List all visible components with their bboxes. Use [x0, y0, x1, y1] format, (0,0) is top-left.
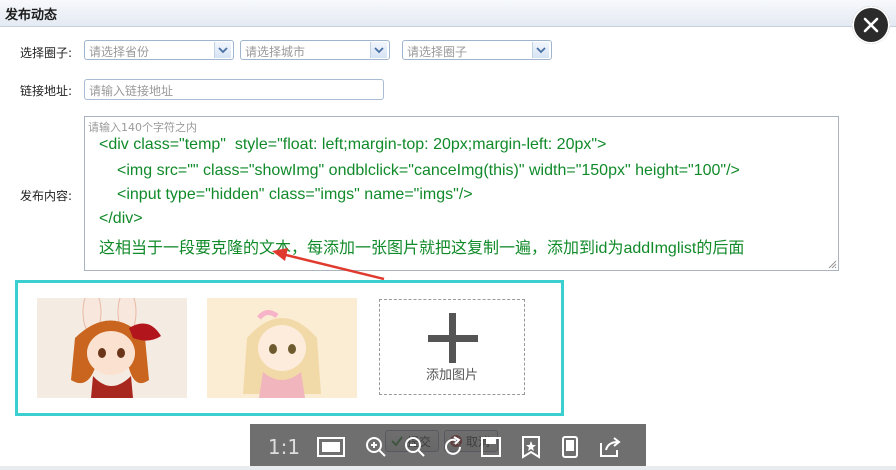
dialog-title: 发布动态 [5, 8, 58, 23]
content-line: <input type="hidden" class="imgs" name="… [117, 186, 473, 203]
circle-placeholder: 请选择圈子 [407, 45, 468, 59]
zoom-in-button[interactable] [361, 432, 391, 462]
zoom-in-icon [366, 437, 386, 457]
dialog-bottom-edge [0, 466, 896, 470]
chevron-down-icon [214, 42, 231, 58]
province-select[interactable]: 请选择省份 [84, 40, 234, 60]
content-line: </div> [99, 210, 143, 227]
uploaded-image[interactable] [37, 298, 187, 398]
share-button[interactable] [595, 432, 625, 462]
uploaded-image[interactable] [207, 298, 357, 398]
content-placeholder: 请输入140个字符之内 [88, 121, 197, 134]
circle-select[interactable]: 请选择圈子 [402, 40, 552, 60]
save-image-button[interactable] [476, 432, 506, 462]
rotate-button[interactable] [438, 432, 468, 462]
plus-icon [449, 313, 456, 363]
content-line: 这相当于一段要克隆的文本，每添加一张图片就把这复制一遍，添加到id为addImg… [99, 240, 745, 257]
chevron-down-icon [532, 42, 549, 58]
content-line: <div class="temp" style="float: left;mar… [99, 136, 607, 153]
device-view-button[interactable] [555, 432, 585, 462]
close-button[interactable] [852, 6, 890, 44]
image-list: 添加图片 [15, 280, 564, 416]
content-line: <img src="" class="showImg" ondblclick="… [117, 162, 740, 179]
link-placeholder: 请输入链接地址 [89, 84, 174, 98]
fit-window-button[interactable] [316, 432, 346, 462]
close-icon [863, 17, 879, 33]
fit-window-icon [317, 437, 345, 457]
province-placeholder: 请选择省份 [89, 45, 150, 59]
link-input[interactable]: 请输入链接地址 [84, 79, 384, 100]
content-label: 发布内容: [20, 189, 73, 203]
dialog-titlebar: 发布动态 [0, 0, 896, 27]
chevron-down-icon [370, 42, 387, 58]
save-icon [481, 437, 501, 457]
link-label: 链接地址: [20, 84, 73, 98]
favorite-button[interactable] [516, 432, 546, 462]
share-icon [600, 437, 621, 457]
add-image-label: 添加图片 [425, 368, 478, 383]
resize-grip-icon[interactable] [827, 259, 837, 269]
zoom-out-button[interactable] [400, 432, 430, 462]
actual-size-label: 1:1 [267, 435, 301, 459]
tablet-icon [562, 436, 578, 458]
zoom-out-icon [405, 437, 425, 457]
annotation-arrow-icon [272, 248, 385, 281]
actual-size-button[interactable]: 1:1 [264, 432, 304, 462]
star-bookmark-icon [522, 436, 540, 459]
content-textarea[interactable]: 请输入140个字符之内 <div class="temp" style="flo… [84, 116, 839, 271]
rotate-icon [445, 436, 461, 455]
image-viewer-toolbar: 1:1 [250, 424, 646, 470]
add-image-button[interactable]: 添加图片 [379, 299, 525, 395]
city-placeholder: 请选择城市 [245, 45, 306, 59]
city-select[interactable]: 请选择城市 [240, 40, 390, 60]
circle-label: 选择圈子: [20, 46, 73, 60]
